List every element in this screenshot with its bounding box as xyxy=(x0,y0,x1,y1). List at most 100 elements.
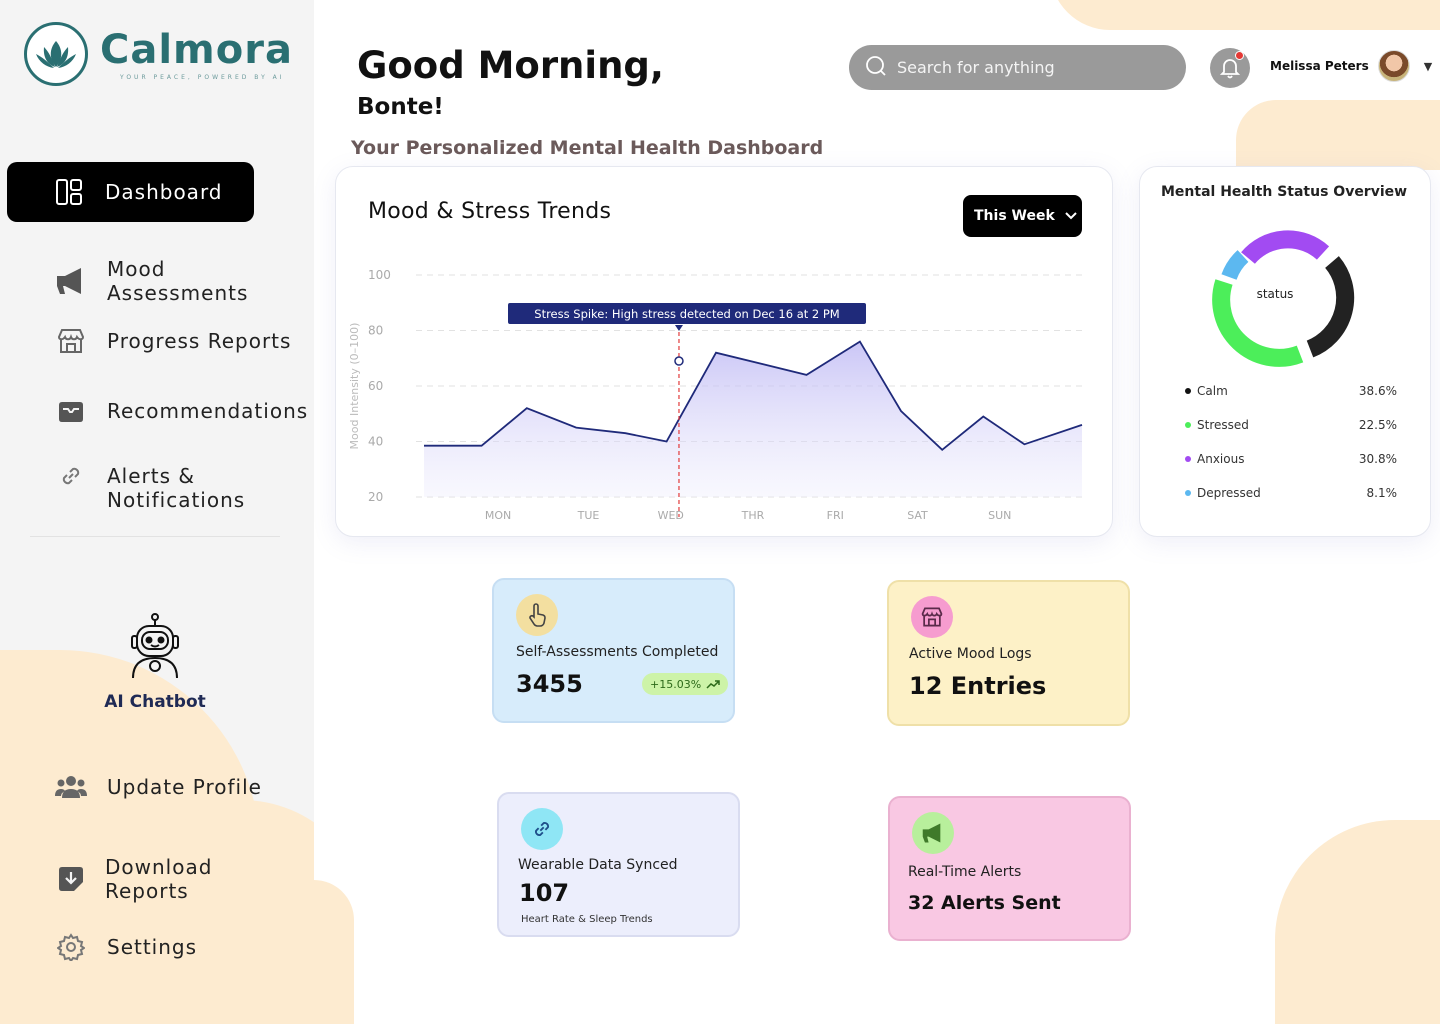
legend-label: Stressed xyxy=(1197,418,1249,432)
sidebar-item-update-profile[interactable]: Update Profile xyxy=(55,771,262,803)
x-tick-label: SUN xyxy=(988,509,1011,522)
stat-value: 32 Alerts Sent xyxy=(908,892,1061,914)
store-icon xyxy=(911,596,953,638)
x-tick-label: WED xyxy=(658,509,684,522)
mood-stress-trends-card: Mood & Stress Trends This Week 100 80 60 40… xyxy=(335,166,1113,537)
decor-blob-right xyxy=(1236,100,1440,170)
active-mood-logs-card[interactable]: Active Mood Logs 12 Entries xyxy=(887,580,1130,726)
mood-trend-chart: 100 80 60 40 20 Mood Intensity (0–100) MON TUE W… xyxy=(348,268,1083,522)
sidebar-item-label: Recommendations xyxy=(107,399,309,423)
greeting-title: Good Morning, xyxy=(357,44,664,87)
donut-segment-anxious xyxy=(1241,230,1330,265)
donut-center-label: status xyxy=(1257,287,1294,301)
legend-item: Stressed 22.5% xyxy=(1185,408,1397,442)
gear-icon xyxy=(55,931,87,963)
sidebar-item-label: Alerts & Notifications xyxy=(107,464,246,512)
ai-chatbot-label: AI Chatbot xyxy=(104,692,206,712)
sidebar-item-label: Dashboard xyxy=(105,180,223,204)
trend-badge-value: +15.03% xyxy=(650,677,702,691)
decor-blob-bottom-right xyxy=(1275,820,1440,1024)
legend-label: Depressed xyxy=(1197,486,1261,500)
x-tick-label: SAT xyxy=(907,509,928,522)
y-tick-label: 20 xyxy=(368,490,383,504)
sidebar-item-label: Progress Reports xyxy=(107,329,292,353)
greeting-name: Bonte! xyxy=(357,94,444,120)
x-tick-label: FRI xyxy=(827,509,844,522)
inbox-icon xyxy=(55,395,87,427)
annotation-text: Stress Spike: High stress detected on De… xyxy=(534,307,839,321)
status-donut-chart: status xyxy=(1212,230,1355,367)
x-tick-label: MON xyxy=(485,509,511,522)
legend-label: Calm xyxy=(1197,384,1228,398)
stat-value: 107 xyxy=(519,879,570,907)
stat-label: Wearable Data Synced xyxy=(518,857,678,873)
sidebar-decor-edge xyxy=(314,880,354,1024)
notifications-button[interactable] xyxy=(1210,48,1250,88)
donut-segment-depressed xyxy=(1221,250,1249,281)
sidebar: Calmora YOUR PEACE, POWERED BY AI Dashbo… xyxy=(0,0,314,1024)
search-bar[interactable] xyxy=(849,45,1186,90)
stat-note: Heart Rate & Sleep Trends xyxy=(521,914,653,925)
y-axis-label: Mood Intensity (0–100) xyxy=(348,323,361,450)
avatar xyxy=(1377,50,1410,82)
bell-icon xyxy=(1220,59,1240,79)
sidebar-item-label: Update Profile xyxy=(107,775,262,799)
stat-label: Active Mood Logs xyxy=(909,646,1032,662)
search-input[interactable] xyxy=(897,58,1157,77)
sidebar-item-mood-assessments[interactable]: Mood Assessments xyxy=(55,257,314,305)
y-tick-label: 80 xyxy=(368,324,383,338)
status-overview-card: Mental Health Status Overview status Cal… xyxy=(1139,166,1431,537)
sidebar-item-progress-reports[interactable]: Progress Reports xyxy=(55,325,291,357)
sidebar-item-alerts[interactable]: Alerts & Notifications xyxy=(55,464,245,512)
brand-name: Calmora xyxy=(100,26,293,73)
chevron-down-icon[interactable]: ▼ xyxy=(1424,60,1432,73)
ai-chatbot-button[interactable]: AI Chatbot xyxy=(90,612,220,712)
trend-badge: +15.03% xyxy=(642,673,729,695)
sidebar-item-recommendations[interactable]: Recommendations xyxy=(55,395,308,427)
download-icon xyxy=(55,863,87,895)
stat-label: Self-Assessments Completed xyxy=(516,644,719,660)
sidebar-item-settings[interactable]: Settings xyxy=(55,931,197,963)
area-fill xyxy=(424,341,1082,497)
status-card-title: Mental Health Status Overview xyxy=(1161,184,1408,200)
legend-value: 30.8% xyxy=(1358,452,1397,466)
sidebar-item-label: Mood Assessments xyxy=(107,257,249,305)
self-assessments-card[interactable]: Self-Assessments Completed 3455 +15.03% xyxy=(492,578,735,723)
legend-dot xyxy=(1185,422,1191,428)
store-icon xyxy=(55,325,87,357)
legend-item: Depressed 8.1% xyxy=(1185,476,1397,510)
stat-label: Real-Time Alerts xyxy=(908,864,1022,880)
sidebar-item-download-reports[interactable]: Download Reports xyxy=(55,855,212,903)
sidebar-item-label: Download Reports xyxy=(105,855,213,903)
legend-value: 38.6% xyxy=(1358,384,1397,398)
brand-tagline: YOUR PEACE, POWERED BY AI xyxy=(120,73,285,81)
real-time-alerts-card[interactable]: Real-Time Alerts 32 Alerts Sent xyxy=(888,796,1131,941)
notification-badge xyxy=(1235,51,1244,60)
users-icon xyxy=(55,771,87,803)
x-tick-label: THR xyxy=(741,509,765,522)
y-tick-label: 100 xyxy=(368,268,391,282)
legend-value: 22.5% xyxy=(1358,418,1397,432)
link-icon xyxy=(55,460,87,492)
legend-dot xyxy=(1185,490,1191,496)
greeting: Good Morning, Bonte! xyxy=(357,44,664,120)
sidebar-item-dashboard[interactable]: Dashboard xyxy=(7,162,254,222)
sidebar-item-label: Settings xyxy=(107,935,198,959)
sidebar-decor-blob-2 xyxy=(150,800,314,1024)
legend-dot xyxy=(1185,388,1191,394)
stat-value: 3455 xyxy=(516,670,583,698)
legend-item: Calm 38.6% xyxy=(1185,374,1397,408)
user-menu[interactable]: Melissa Peters ▼ xyxy=(1270,50,1432,82)
decor-blob-top xyxy=(1050,0,1440,30)
sidebar-divider xyxy=(30,536,280,537)
x-tick-label: TUE xyxy=(577,509,600,522)
status-legend: Calm 38.6% Stressed 22.5% Anxious 30.8% … xyxy=(1185,374,1397,510)
brand-logo[interactable]: Calmora YOUR PEACE, POWERED BY AI xyxy=(24,22,293,86)
link-icon xyxy=(521,808,563,850)
legend-label: Anxious xyxy=(1197,452,1245,466)
legend-item: Anxious 30.8% xyxy=(1185,442,1397,476)
search-icon xyxy=(865,55,887,81)
wearable-data-card[interactable]: Wearable Data Synced 107 Heart Rate & Sl… xyxy=(497,792,740,937)
stat-value: 12 Entries xyxy=(909,672,1047,700)
y-tick-label: 60 xyxy=(368,379,383,393)
